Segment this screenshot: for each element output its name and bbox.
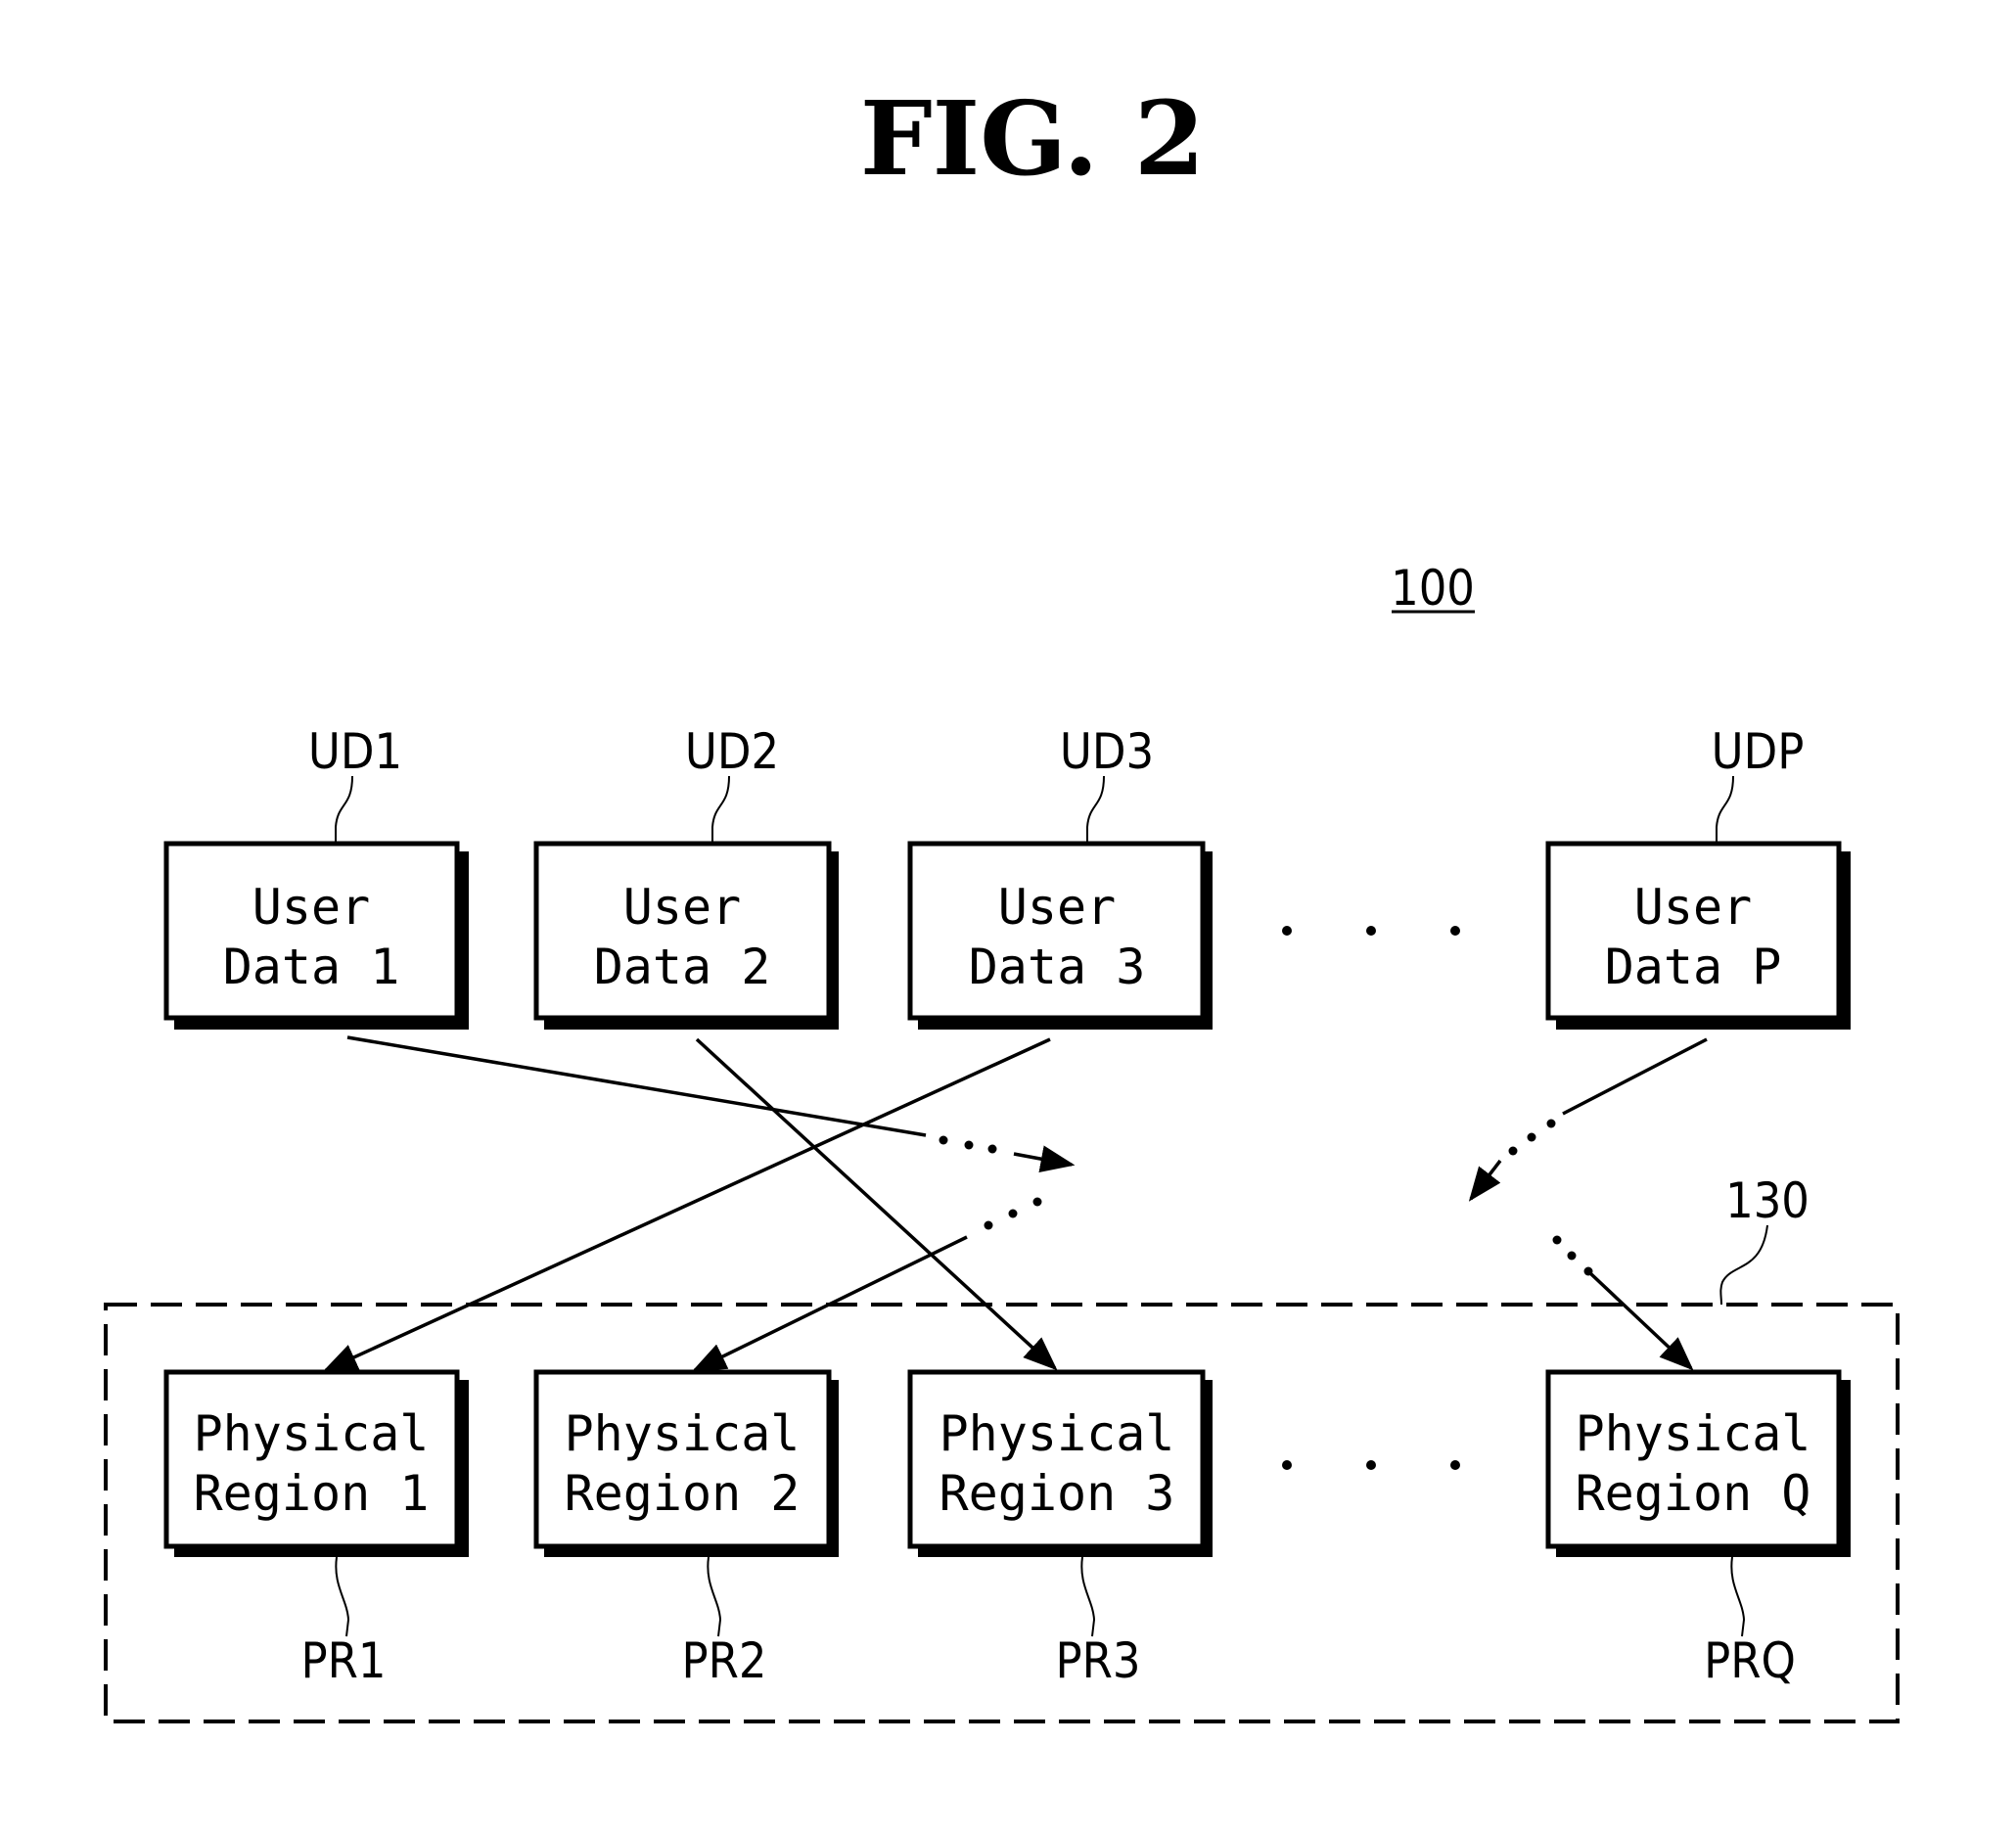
arrow-line	[346, 1035, 927, 1137]
arrow-head-line	[1468, 1159, 1502, 1202]
continuation-dot	[1546, 1119, 1556, 1128]
continuation-dot	[1527, 1132, 1536, 1142]
label-pr1: PR1	[301, 1632, 387, 1689]
label-ud3: UD3	[1060, 723, 1154, 780]
ellipsis-dot	[1366, 926, 1376, 936]
arrow-line	[695, 1037, 1058, 1371]
box-line2: Data 1	[223, 939, 400, 995]
ellipsis-dot	[1366, 1460, 1376, 1470]
ellipsis-dot	[1450, 1460, 1460, 1470]
user-data-box-1: User Data 1	[163, 841, 469, 1030]
continuation-dot	[1552, 1235, 1562, 1245]
continuation-dot	[1508, 1146, 1518, 1156]
box-line1: Physical	[194, 1405, 430, 1462]
continuation-dot	[939, 1135, 948, 1145]
user-data-box-3: User Data 3	[907, 841, 1213, 1030]
box-line1: User	[998, 879, 1116, 936]
box-line2: Data 3	[969, 939, 1146, 995]
label-ud1: UD1	[308, 723, 402, 780]
diagram-canvas: FIG. 2 100 130 User Data 1 User Data 2 U…	[104, 78, 1900, 1723]
mapping-udp-continuation	[1468, 1037, 1708, 1202]
group-reference-label-130: 130	[1725, 1172, 1810, 1229]
arrow-line	[322, 1037, 1051, 1372]
user-data-box-p: User Data P	[1545, 841, 1851, 1030]
box-line2: Region 1	[194, 1465, 430, 1522]
ellipsis-dot	[1282, 926, 1292, 936]
arrow-line	[1562, 1037, 1708, 1116]
leader-pr1	[335, 1556, 350, 1637]
label-pr3: PR3	[1056, 1632, 1141, 1689]
ellipsis-dot	[1282, 1460, 1292, 1470]
continuation-dot	[964, 1140, 974, 1150]
leader-ud1	[335, 775, 353, 844]
physical-region-box-3: Physical Region 3	[907, 1369, 1213, 1557]
mapping-ud2-pr3	[695, 1037, 1058, 1371]
box-line1: User	[623, 879, 741, 936]
box-line1: Physical	[939, 1405, 1175, 1462]
leader-ud3	[1086, 775, 1105, 844]
mapping-ud1-continuation	[346, 1035, 1076, 1172]
continuation-dot	[1567, 1251, 1577, 1261]
box-line1: Physical	[565, 1405, 801, 1462]
mapping-continuation-pr2	[691, 1197, 1042, 1372]
physical-region-box-1: Physical Region 1	[163, 1369, 469, 1557]
mapping-ud3-pr1	[322, 1037, 1051, 1372]
continuation-dot	[984, 1220, 993, 1230]
box-line1: Physical	[1576, 1405, 1811, 1462]
box-line2: Region 3	[939, 1465, 1175, 1522]
leader-pr3	[1080, 1556, 1096, 1637]
leader-pr2	[707, 1556, 722, 1637]
label-ud2: UD2	[685, 723, 779, 780]
figure-title: FIG. 2	[860, 78, 1205, 199]
arrow-line	[1588, 1271, 1694, 1371]
label-prq: PRQ	[1704, 1632, 1796, 1689]
leader-130	[1719, 1224, 1768, 1306]
continuation-dot	[987, 1144, 997, 1154]
box-line1: User	[1634, 879, 1752, 936]
physical-region-box-2: Physical Region 2	[533, 1369, 839, 1557]
box-line2: Data 2	[594, 939, 771, 995]
leader-udp	[1716, 775, 1734, 844]
user-data-box-2: User Data 2	[533, 841, 839, 1030]
box-line2: Region 2	[565, 1465, 801, 1522]
box-line2: Data P	[1605, 939, 1782, 995]
ellipsis-dot	[1450, 926, 1460, 936]
leader-ud2	[711, 775, 730, 844]
reference-label-100: 100	[1391, 560, 1475, 617]
continuation-dot	[1032, 1197, 1042, 1207]
physical-region-box-q: Physical Region Q	[1545, 1369, 1851, 1557]
arrow-head-line	[1013, 1145, 1076, 1172]
label-pr2: PR2	[682, 1632, 767, 1689]
box-line1: User	[252, 879, 370, 936]
mapping-continuation-prq	[1552, 1235, 1694, 1371]
continuation-dot	[1008, 1209, 1018, 1218]
label-udp: UDP	[1712, 723, 1805, 780]
box-line2: Region Q	[1576, 1465, 1811, 1522]
leader-prq	[1730, 1556, 1746, 1637]
